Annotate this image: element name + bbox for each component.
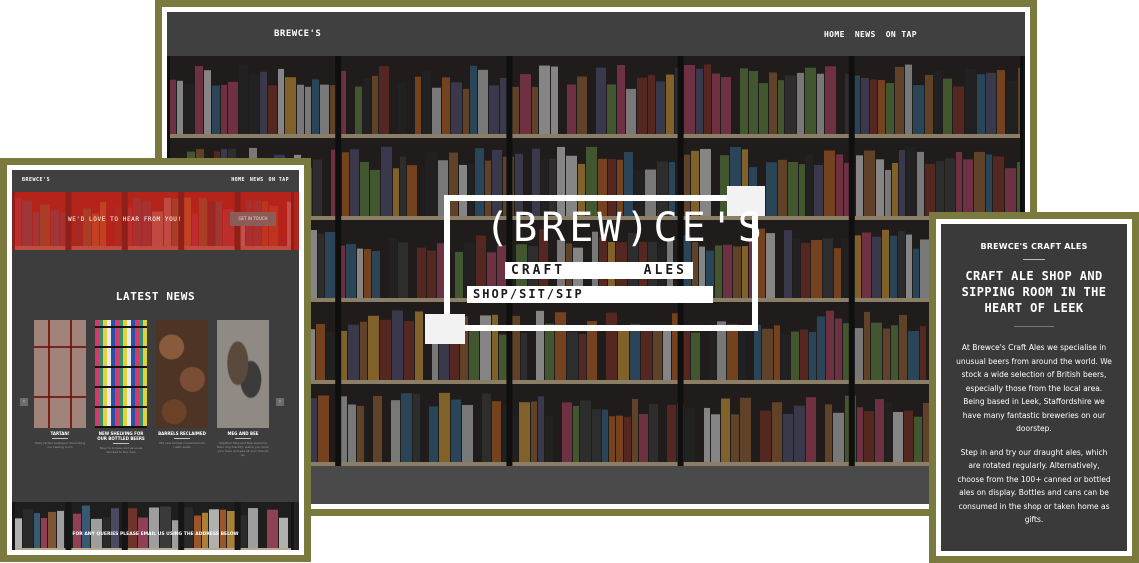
news-card-desc: Easy to browse and as usual stocked to t… [99, 446, 143, 454]
news-card-title: BARRELS RECLAIMED [158, 431, 206, 436]
logo-title: (BREW)CE'S [485, 205, 766, 251]
news-card-title: NEW SHELVING FOR OUR BOTTLED BEERS [97, 431, 145, 441]
contact-banner: WE'D LOVE TO HEAR FROM YOU! GET IN TOUCH [12, 192, 299, 250]
news-card-desc: Old new barrels converted into rustic se… [158, 441, 206, 449]
get-in-touch-button[interactable]: GET IN TOUCH [230, 212, 276, 226]
latest-news-heading: LATEST NEWS [115, 290, 196, 303]
news-card-title: TARTAN! [50, 431, 70, 436]
phone-screen: BREWCE'S CRAFT ALES CRAFT ALE SHOP AND S… [941, 224, 1127, 551]
hero-logo: (BREW)CE'S CRAFT ALES SHOP/SIT/SIP [425, 186, 765, 356]
phone-paragraph-1: At Brewce's Craft Ales we specialise in … [956, 343, 1112, 433]
tablet-nav-on-tap[interactable]: ON TAP [269, 177, 289, 183]
tablet-footer-strip: FOR ANY QUERIES PLEASE EMAIL US USING TH… [12, 502, 299, 550]
desktop-brand[interactable]: BREWCE'S [274, 29, 321, 39]
tablet-mockup-border: BREWCE'S HOME NEWS ON TAP WE'D LOVE TO H… [7, 165, 304, 555]
logo-subtitle-shop-sit-sip: SHOP/SIT/SIP [467, 286, 713, 303]
news-card-desc: Tasty tartan wallpaper decorating our ta… [34, 441, 86, 449]
carousel-next-arrow-icon[interactable]: › [276, 398, 284, 406]
news-card[interactable]: MEG AND BEE Together Meg and Bee welcome… [217, 320, 269, 457]
news-card-image [156, 320, 208, 428]
nav-on-tap[interactable]: ON TAP [886, 30, 917, 39]
carousel-prev-arrow-icon[interactable]: ‹ [20, 398, 28, 406]
desktop-navbar: BREWCE'S HOME NEWS ON TAP [167, 12, 1025, 56]
phone-mockup-border: BREWCE'S CRAFT ALES CRAFT ALE SHOP AND S… [936, 219, 1132, 556]
news-card-title: MEG AND BEE [227, 431, 259, 436]
news-card[interactable]: TARTAN! Tasty tartan wallpaper decoratin… [34, 320, 86, 449]
tablet-navbar: BREWCE'S HOME NEWS ON TAP [12, 170, 299, 192]
tablet-nav-home[interactable]: HOME [231, 177, 245, 183]
tablet-brand[interactable]: BREWCE'S [22, 177, 50, 183]
news-card[interactable]: NEW SHELVING FOR OUR BOTTLED BEERS Easy … [95, 320, 147, 454]
news-card-desc: Together Meg and Bee welcome Beer dog fr… [217, 441, 269, 457]
news-card[interactable]: BARRELS RECLAIMED Old new barrels conver… [156, 320, 208, 449]
tablet-mockup-frame: BREWCE'S HOME NEWS ON TAP WE'D LOVE TO H… [0, 158, 311, 562]
phone-title: CRAFT ALE SHOP AND SIPPING ROOM IN THE H… [961, 269, 1107, 315]
banner-text: WE'D LOVE TO HEAR FROM YOU! [68, 216, 182, 223]
nav-news[interactable]: NEWS [855, 30, 876, 39]
nav-home[interactable]: HOME [824, 30, 845, 39]
tablet-nav-links: HOME NEWS ON TAP [231, 177, 289, 183]
tablet-screen: BREWCE'S HOME NEWS ON TAP WE'D LOVE TO H… [12, 170, 299, 550]
phone-mockup-frame: BREWCE'S CRAFT ALES CRAFT ALE SHOP AND S… [929, 212, 1139, 563]
footer-photo [12, 502, 294, 550]
footer-note: FOR ANY QUERIES PLEASE EMAIL US USING TH… [72, 532, 239, 537]
news-card-image [34, 320, 86, 428]
phone-heading: BREWCE'S CRAFT ALES [980, 242, 1088, 251]
desktop-nav-links: HOME NEWS ON TAP [824, 30, 917, 39]
tablet-nav-news[interactable]: NEWS [250, 177, 264, 183]
news-card-image [95, 320, 147, 428]
news-carousel: TARTAN! Tasty tartan wallpaper decoratin… [34, 320, 274, 460]
news-card-image [217, 320, 269, 428]
logo-subtitle-craft-ales: CRAFT ALES [505, 262, 693, 279]
phone-paragraph-2: Step in and try our draught ales, which … [957, 447, 1111, 525]
